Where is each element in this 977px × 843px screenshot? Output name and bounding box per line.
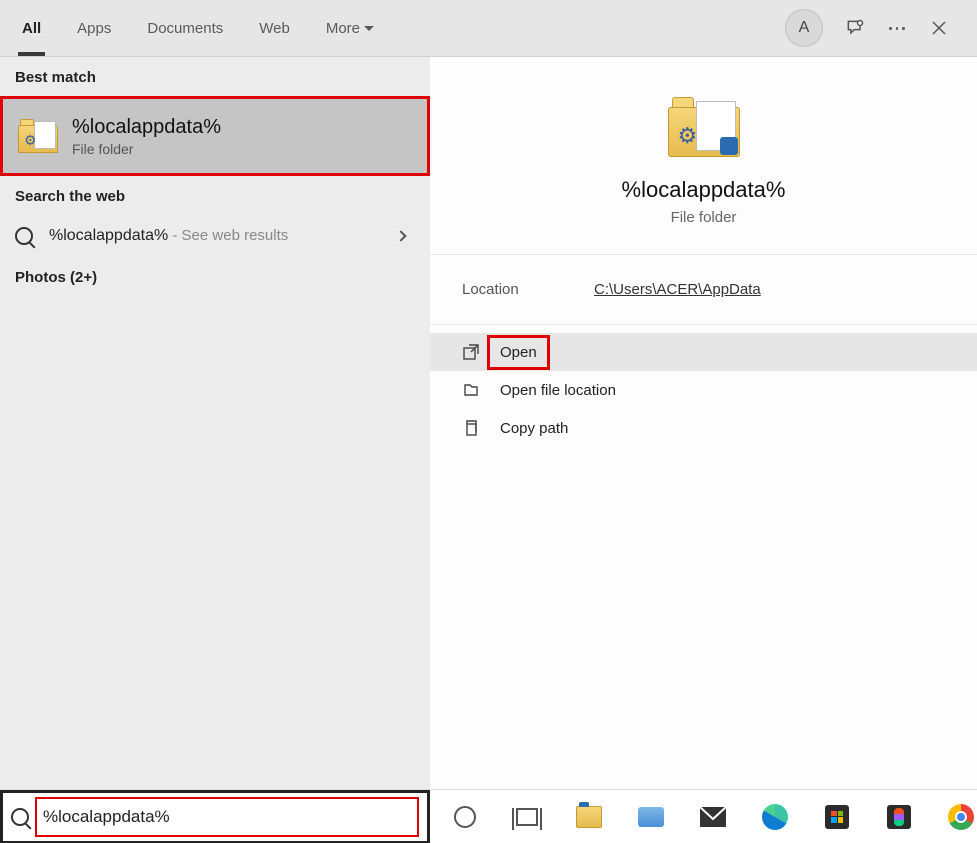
- action-open-location-label: Open file location: [500, 382, 616, 399]
- results-list: Best match ⚙ %localappdata% File folder …: [0, 57, 430, 789]
- section-best-match-label: Best match: [0, 57, 430, 96]
- close-icon[interactable]: [929, 18, 949, 38]
- section-search-web-label: Search the web: [0, 176, 430, 215]
- search-icon: [11, 808, 29, 826]
- search-icon: [15, 227, 33, 245]
- copy-icon: [462, 419, 480, 437]
- action-open-label: Open: [487, 335, 550, 370]
- location-row: Location C:\Users\ACER\AppData: [430, 255, 977, 325]
- microsoft-store-icon[interactable]: [822, 802, 852, 832]
- search-scope-tabbar: All Apps Documents Web More A: [0, 0, 977, 57]
- details-header: ⚙ %localappdata% File folder: [430, 57, 977, 255]
- tab-more[interactable]: More: [322, 14, 378, 43]
- best-match-text: %localappdata% File folder: [72, 116, 221, 157]
- file-explorer-icon[interactable]: [574, 802, 604, 832]
- taskbar-search-box[interactable]: [0, 790, 430, 843]
- location-path-link[interactable]: C:\Users\ACER\AppData: [594, 281, 761, 298]
- user-avatar[interactable]: A: [785, 9, 823, 47]
- taskbar-apps: [430, 802, 977, 832]
- feedback-icon[interactable]: [845, 18, 865, 38]
- best-match-title: %localappdata%: [72, 116, 221, 139]
- cortana-icon[interactable]: [450, 802, 480, 832]
- details-title: %localappdata%: [622, 177, 786, 203]
- more-options-icon[interactable]: [887, 18, 907, 38]
- section-photos-label[interactable]: Photos (2+): [0, 257, 430, 298]
- folder-icon: ⚙: [18, 119, 58, 153]
- best-match-subtitle: File folder: [72, 141, 221, 157]
- tab-apps[interactable]: Apps: [73, 14, 115, 43]
- windows-search-panel: All Apps Documents Web More A Best match: [0, 0, 977, 843]
- task-view-icon[interactable]: [512, 802, 542, 832]
- tab-web[interactable]: Web: [255, 14, 294, 43]
- taskbar: [0, 789, 977, 843]
- details-subtitle: File folder: [671, 209, 737, 226]
- tab-all[interactable]: All: [18, 14, 45, 43]
- action-open-file-location[interactable]: Open file location: [430, 371, 977, 409]
- action-open[interactable]: Open: [430, 333, 977, 371]
- actions-list: Open Open file location Copy path: [430, 325, 977, 447]
- mail-app-icon[interactable]: [698, 802, 728, 832]
- scope-tabs: All Apps Documents Web More: [0, 0, 378, 56]
- web-result-text: %localappdata% - See web results: [49, 227, 381, 245]
- folder-icon: ⚙: [668, 97, 740, 157]
- edge-browser-icon[interactable]: [760, 802, 790, 832]
- best-match-result[interactable]: ⚙ %localappdata% File folder: [0, 96, 430, 176]
- results-area: Best match ⚙ %localappdata% File folder …: [0, 57, 977, 789]
- chevron-right-icon: [395, 230, 406, 241]
- open-icon: [462, 343, 480, 361]
- chevron-down-icon: [364, 26, 374, 36]
- action-copy-path-label: Copy path: [500, 420, 568, 437]
- folder-location-icon: [462, 381, 480, 399]
- action-copy-path[interactable]: Copy path: [430, 409, 977, 447]
- chrome-browser-icon[interactable]: [946, 802, 976, 832]
- search-input-highlight: [35, 797, 419, 837]
- location-label: Location: [462, 281, 594, 298]
- top-right-controls: A: [785, 9, 977, 47]
- tab-documents[interactable]: Documents: [143, 14, 227, 43]
- onscreen-keyboard-icon[interactable]: [636, 802, 666, 832]
- search-input[interactable]: [43, 807, 417, 827]
- figma-app-icon[interactable]: [884, 802, 914, 832]
- web-search-result[interactable]: %localappdata% - See web results: [0, 215, 430, 257]
- details-panel: ⚙ %localappdata% File folder Location C:…: [430, 57, 977, 789]
